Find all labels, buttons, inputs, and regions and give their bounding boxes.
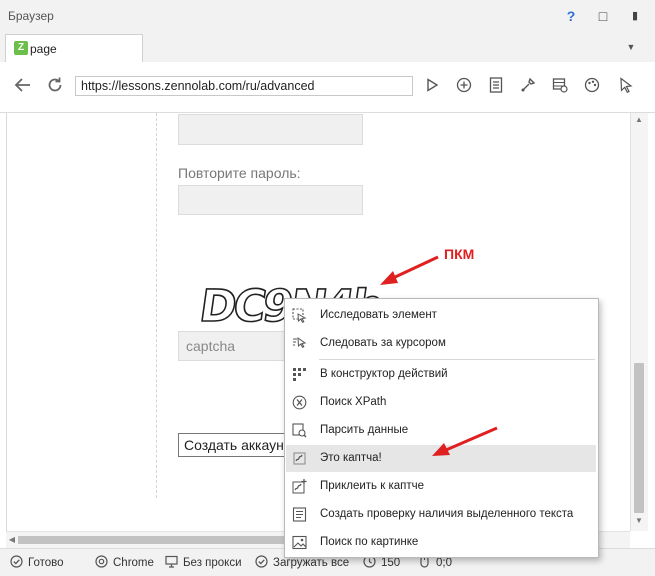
scroll-up-icon[interactable]: ▲ <box>633 115 645 124</box>
status-coords-value: 0;0 <box>436 557 452 569</box>
cookies-icon[interactable] <box>550 77 570 97</box>
image-search-icon <box>292 535 307 550</box>
zennoposter-logo-icon: Z <box>14 41 28 55</box>
scroll-left-icon[interactable]: ◀ <box>6 535 18 544</box>
repeat-password-field[interactable] <box>178 185 363 215</box>
check-circle-icon <box>255 555 268 568</box>
url-input[interactable] <box>75 76 413 96</box>
horizontal-scroll-thumb[interactable] <box>18 536 293 544</box>
window-title: Браузер <box>8 9 54 23</box>
status-browser[interactable]: Chrome <box>95 555 154 569</box>
menu-item-label: Приклеить к каптче <box>320 480 425 492</box>
play-icon[interactable] <box>422 77 442 97</box>
password-field[interactable] <box>178 114 363 145</box>
menu-item-follow-cursor[interactable]: Следовать за курсором <box>286 330 596 357</box>
help-button[interactable]: ? <box>562 6 580 26</box>
status-timer-value: 150 <box>381 557 401 569</box>
page-divider <box>156 113 157 498</box>
check-circle-icon <box>10 555 23 568</box>
menu-item-captcha[interactable]: Это каптча! <box>286 445 596 472</box>
tab-bar: Z page <box>0 33 655 63</box>
inspect-icon <box>292 308 307 323</box>
menu-item-label: Поиск по картинке <box>320 536 419 548</box>
status-ready-label: Готово <box>28 557 64 569</box>
menu-item-text-check[interactable]: Создать проверку наличия выделенного тек… <box>286 501 596 528</box>
attach-captcha-icon <box>292 479 307 494</box>
menu-separator <box>319 359 595 360</box>
back-arrow-icon[interactable] <box>12 76 34 98</box>
monitor-icon <box>165 555 178 568</box>
window-titlebar: Браузер ? □ ▮ <box>0 0 655 34</box>
menu-item-xpath[interactable]: Поиск XPath <box>286 389 596 416</box>
vertical-scroll-thumb[interactable] <box>634 363 644 513</box>
action-builder-icon <box>292 367 307 382</box>
scroll-down-icon[interactable]: ▼ <box>633 516 645 525</box>
follow-cursor-icon <box>292 336 307 351</box>
chrome-icon <box>95 555 108 568</box>
menu-item-label: Исследовать элемент <box>320 309 437 321</box>
menu-item-parse[interactable]: Парсить данные <box>286 417 596 444</box>
page-source-icon[interactable] <box>486 77 506 97</box>
menu-item-attach-captcha[interactable]: Приклеить к каптче <box>286 473 596 500</box>
xpath-icon <box>292 395 307 410</box>
parse-icon <box>292 423 307 438</box>
tools-icon[interactable] <box>518 77 538 97</box>
cursor-icon[interactable] <box>616 77 636 97</box>
menu-item-action-builder[interactable]: В конструктор действий <box>286 361 596 388</box>
menu-item-label: В конструктор действий <box>320 368 448 380</box>
restore-button[interactable]: □ <box>594 6 612 26</box>
menu-item-label: Поиск XPath <box>320 396 387 408</box>
tab-page[interactable]: Z page <box>5 34 143 63</box>
reload-icon[interactable] <box>44 76 66 98</box>
repeat-password-label: Повторите пароль: <box>178 165 301 181</box>
pin-button[interactable]: ▮ <box>626 6 644 26</box>
status-proxy[interactable]: Без прокси <box>165 555 242 569</box>
context-menu: Исследовать элемент Следовать за курсоро… <box>284 298 599 558</box>
menu-item-label: Парсить данные <box>320 424 409 436</box>
captcha-icon <box>292 451 307 466</box>
status-ready: Готово <box>10 555 64 569</box>
vertical-scrollbar[interactable]: ▲ ▼ <box>630 113 648 531</box>
menu-item-label: Это каптча! <box>320 452 382 464</box>
tab-label: page <box>30 42 57 56</box>
palette-icon[interactable] <box>582 77 602 97</box>
create-account-button[interactable]: Создать аккаунт <box>178 433 298 457</box>
menu-item-label: Следовать за курсором <box>320 337 446 349</box>
menu-item-label: Создать проверку наличия выделенного тек… <box>320 508 574 520</box>
tab-menu-chevron-icon[interactable]: ▼ <box>624 40 638 54</box>
add-action-icon[interactable] <box>454 77 474 97</box>
text-check-icon <box>292 507 307 522</box>
status-load-label: Загружать все <box>273 557 350 569</box>
status-proxy-label: Без прокси <box>183 557 242 569</box>
right-click-annotation: ПКМ <box>444 246 475 262</box>
menu-item-image-search[interactable]: Поиск по картинке <box>286 529 596 556</box>
menu-item-inspect[interactable]: Исследовать элемент <box>286 302 596 329</box>
browser-toolbar <box>0 62 655 113</box>
status-browser-label: Chrome <box>113 557 154 569</box>
